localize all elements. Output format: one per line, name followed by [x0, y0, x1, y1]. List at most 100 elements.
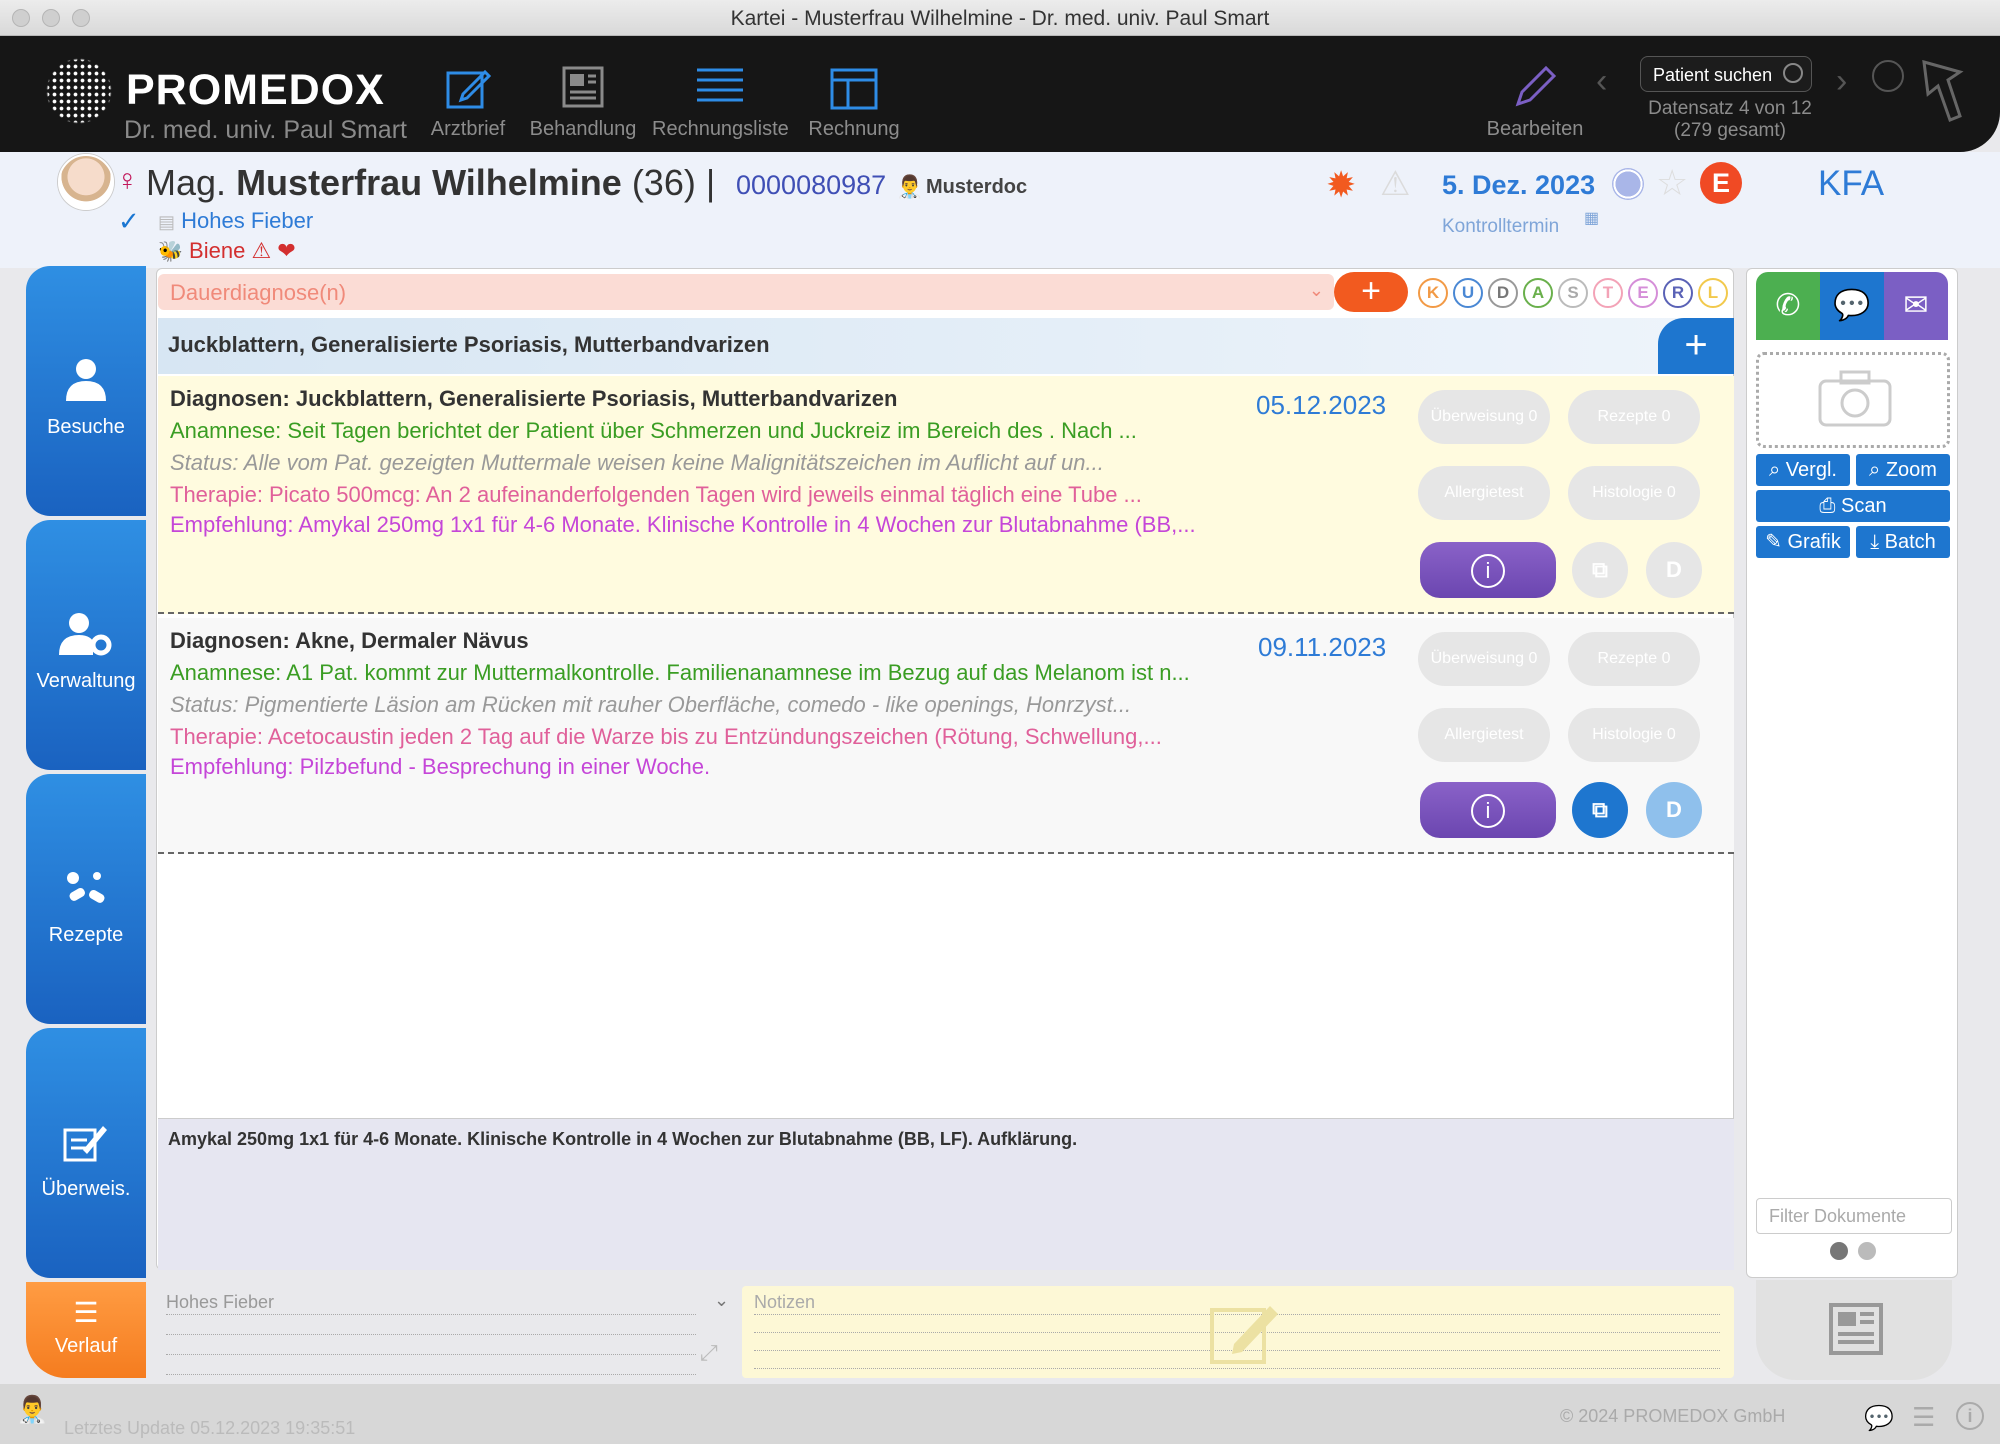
ueberweisung-button[interactable]: Überweisung 0 [1418, 632, 1550, 686]
heart-icon: ❤ [277, 238, 296, 263]
info-button[interactable]: i [1420, 782, 1556, 838]
copy-button[interactable]: ⧉ [1572, 542, 1628, 598]
scan-button[interactable]: ⎙ Scan [1756, 490, 1950, 522]
category-s-button[interactable]: S [1558, 278, 1588, 308]
letter-edit-icon [428, 52, 508, 110]
female-icon: ♀ [116, 164, 139, 197]
copy-button[interactable]: ⧉ [1572, 782, 1628, 838]
visit-diagnosen: Diagnosen: Akne, Dermaler Nävus [170, 628, 529, 653]
photo-drop-area[interactable] [1756, 352, 1950, 448]
arztbrief-button[interactable]: Arztbrief [428, 52, 508, 141]
allergietest-button[interactable]: Allergietest [1418, 708, 1550, 762]
category-d-button[interactable]: D [1488, 278, 1518, 308]
record-circle-button[interactable] [1872, 60, 1904, 92]
patient-icon [26, 352, 146, 408]
page-dot[interactable] [1858, 1242, 1876, 1260]
bearbeiten-button[interactable]: Bearbeiten [1482, 52, 1588, 141]
zoom-button[interactable]: ⌕ Zoom [1856, 454, 1950, 486]
referral-edit-icon [26, 1114, 146, 1170]
info-icon[interactable]: i [1956, 1402, 1984, 1430]
brush-icon: ✎ [1765, 531, 1782, 553]
info-icon: i [1471, 794, 1505, 828]
rezepte-button[interactable]: Rezepte 0 [1568, 390, 1700, 444]
calendar-icon[interactable]: ▦ [1584, 208, 1599, 228]
sidebar-item-verwaltung[interactable]: Verwaltung [26, 520, 146, 770]
chevron-down-icon[interactable]: ⌄ [714, 1290, 729, 1311]
add-visit-button[interactable]: + [1658, 318, 1734, 374]
phone-button[interactable]: ✆ [1756, 272, 1820, 340]
grafik-button[interactable]: ✎ Grafik [1756, 526, 1850, 558]
patient-avatar[interactable] [58, 154, 114, 210]
diagnosis-header-bar[interactable]: Juckblattern, Generalisierte Psoriasis, … [158, 318, 1734, 374]
copy-icon: ⧉ [1592, 797, 1608, 822]
previous-record-icon[interactable]: ‹ [1596, 62, 1607, 101]
category-e-button[interactable]: E [1628, 278, 1658, 308]
patient-search-input[interactable]: Patient suchen [1640, 56, 1812, 92]
allergietest-button[interactable]: Allergietest [1418, 466, 1550, 520]
list-icon [652, 52, 788, 110]
chat-icon[interactable]: 💬 [1864, 1404, 1894, 1433]
resize-expand-icon[interactable]: ⤢ [700, 1340, 718, 1366]
notes-field[interactable]: Notizen [742, 1286, 1734, 1378]
ruled-line [754, 1368, 1720, 1369]
sidebar-item-besuche[interactable]: Besuche [26, 266, 146, 516]
e-badge[interactable]: E [1700, 162, 1742, 204]
invoice-icon [804, 52, 904, 110]
rechnung-button[interactable]: Rechnung [804, 52, 904, 141]
dauerdiagnose-select[interactable]: Dauerdiagnose(n) ⌄ [158, 274, 1334, 310]
category-k-button[interactable]: K [1418, 278, 1448, 308]
ruled-line [166, 1354, 696, 1355]
category-a-button[interactable]: A [1523, 278, 1553, 308]
note-edit-icon [1210, 1306, 1278, 1364]
d-button[interactable]: D [1646, 542, 1702, 598]
star-icon[interactable]: ☆ [1656, 162, 1688, 204]
message-button[interactable]: 💬 [1820, 272, 1884, 340]
hint-field[interactable]: Hohes Fieber [166, 1292, 274, 1313]
copy-icon: ⧉ [1592, 557, 1608, 582]
status-bar: 👨‍⚕️ Letztes Update 05.12.2023 19:35:51 … [0, 1384, 2000, 1444]
verlauf-button[interactable]: ☰ Verlauf [26, 1282, 146, 1378]
rezepte-button[interactable]: Rezepte 0 [1568, 632, 1700, 686]
treatment-summary-button[interactable] [1756, 1280, 1952, 1380]
visit-entry[interactable]: Diagnosen: Akne, Dermaler Nävus Anamnese… [158, 618, 1734, 854]
user-settings-icon [26, 606, 146, 662]
add-dauerdiagnose-button[interactable]: + [1334, 272, 1408, 312]
category-r-button[interactable]: R [1663, 278, 1693, 308]
email-button[interactable]: ✉ [1884, 272, 1948, 340]
chat-bubble-icon: 💬 [1833, 289, 1871, 322]
visit-therapie: Therapie: Picato 500mcg: An 2 aufeinande… [170, 482, 1142, 507]
menu-list-icon[interactable]: ☰ [1912, 1402, 1935, 1433]
user-avatar-icon[interactable]: 👨‍⚕️ [16, 1394, 48, 1425]
page-dot-active[interactable] [1830, 1242, 1848, 1260]
behandlung-button[interactable]: Behandlung [528, 52, 638, 141]
histologie-button[interactable]: Histologie 0 [1568, 708, 1700, 762]
cursor-arrow-icon[interactable] [1920, 58, 1964, 129]
filter-documents-input[interactable]: Filter Dokumente [1756, 1198, 1952, 1234]
info-icon: i [1471, 554, 1505, 588]
visit-empfehlung: Empfehlung: Pilzbefund - Besprechung in … [170, 754, 711, 779]
batch-button[interactable]: ⤓ Batch [1856, 526, 1950, 558]
appointment-date[interactable]: 5. Dez. 2023 [1442, 170, 1595, 201]
envelope-icon: ✉ [1903, 289, 1929, 322]
next-record-icon[interactable]: › [1836, 62, 1847, 101]
category-t-button[interactable]: T [1593, 278, 1623, 308]
sidebar-item-rezepte[interactable]: Rezepte [26, 774, 146, 1024]
ueberweisung-button[interactable]: Überweisung 0 [1418, 390, 1550, 444]
d-button[interactable]: D [1646, 782, 1702, 838]
bee-allergy-icon[interactable]: ✹ [1326, 164, 1356, 206]
category-l-button[interactable]: L [1698, 278, 1728, 308]
sidebar-item-ueberweis[interactable]: Überweis. [26, 1028, 146, 1278]
histologie-button[interactable]: Histologie 0 [1568, 466, 1700, 520]
warning-outline-icon[interactable]: ⚠ [1380, 164, 1410, 204]
empfehlung-note[interactable]: Amykal 250mg 1x1 für 4-6 Monate. Klinisc… [158, 1118, 1734, 1270]
rechnungsliste-button[interactable]: Rechnungsliste [652, 52, 789, 141]
patient-id[interactable]: 0000080987 [736, 170, 886, 201]
status-circle-icon[interactable] [1612, 168, 1644, 200]
pencil-icon [1482, 52, 1588, 110]
info-button[interactable]: i [1420, 542, 1556, 598]
vergleich-button[interactable]: ⌕ Vergl. [1756, 454, 1850, 486]
category-u-button[interactable]: U [1453, 278, 1483, 308]
visit-anamnese: Anamnese: A1 Pat. kommt zur Muttermalkon… [170, 660, 1190, 685]
hint-text: ▤ Hohes Fieber [158, 208, 314, 233]
visit-entry[interactable]: Diagnosen: Juckblattern, Generalisierte … [158, 376, 1734, 614]
